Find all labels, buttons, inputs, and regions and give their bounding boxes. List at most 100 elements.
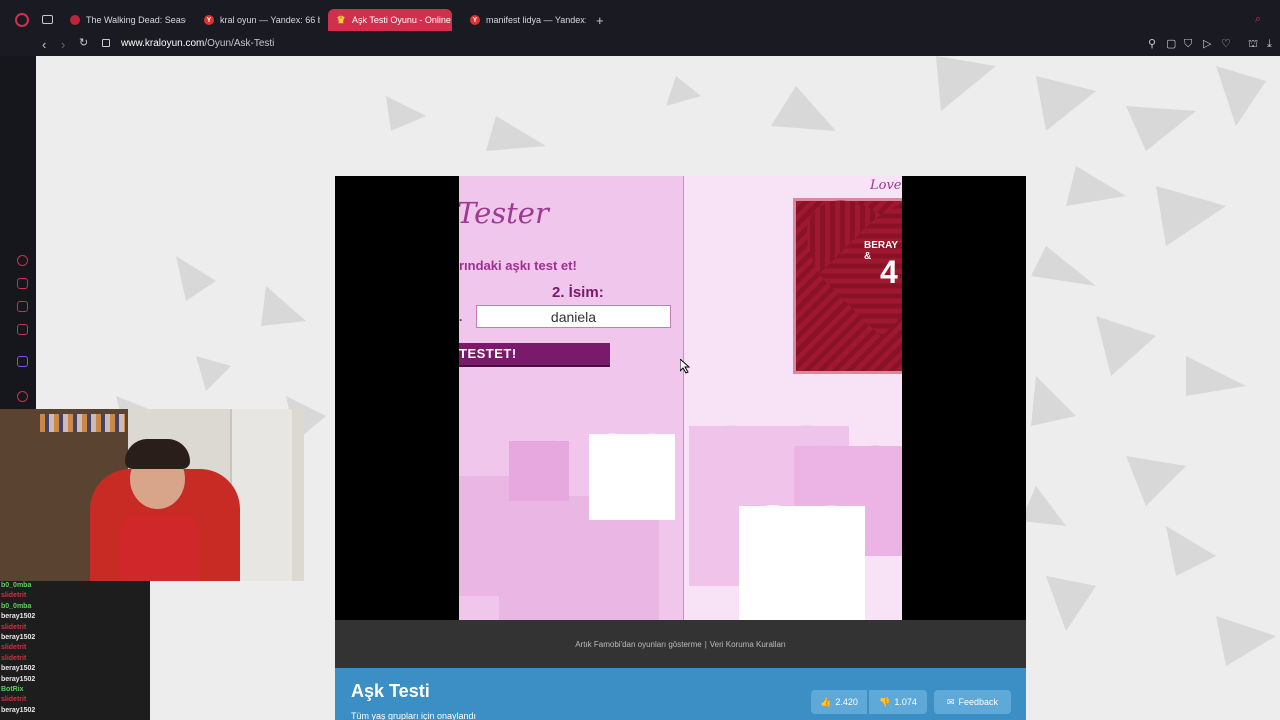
tab-grid-icon[interactable]	[42, 15, 53, 24]
twitch-icon[interactable]	[17, 356, 28, 367]
tab-label: The Walking Dead: Seaso	[86, 15, 186, 25]
chat-username: slidetrit	[1, 696, 27, 704]
chat-username: b0_0mba	[1, 582, 32, 589]
test-button[interactable]: TESTET!	[459, 343, 610, 367]
history-icon[interactable]	[17, 255, 28, 266]
tab-label: Aşk Testi Oyunu - Online	[352, 15, 451, 25]
tab-walking-dead[interactable]: The Walking Dead: Seaso	[62, 9, 186, 31]
browser-tab-bar: The Walking Dead: Seaso Y kral oyun — Ya…	[0, 0, 1280, 34]
feedback-label: Feedback	[958, 697, 999, 707]
love-text: Love	[870, 178, 902, 193]
chat-message: slidetrit	[0, 591, 150, 601]
name1-field-edge: .	[459, 310, 463, 324]
browser-sidebar	[0, 56, 36, 410]
webcam-overlay	[0, 409, 304, 581]
privacy-link[interactable]: Veri Koruma Kuralları	[710, 640, 786, 649]
tab-ask-testi[interactable]: ♛ Aşk Testi Oyunu - Online	[328, 9, 452, 31]
snapshot-icon[interactable]: ▢	[1166, 39, 1176, 50]
chat-message: slidetrit	[0, 623, 150, 633]
test-button-label: TESTET!	[459, 346, 517, 361]
like-button[interactable]: 👍 2.420	[811, 690, 867, 714]
input-panel: Tester rındaki aşkı test et! 2. İsim: . …	[459, 176, 683, 620]
chat-message: beray1502	[0, 706, 150, 716]
game-frame[interactable]: Tester rındaki aşkı test et! 2. İsim: . …	[335, 176, 1026, 620]
game-name: Aşk Testi	[351, 681, 430, 701]
heart-decoration	[739, 506, 865, 620]
dislike-count: 1.074	[894, 697, 917, 707]
heart-decoration	[509, 441, 569, 501]
shield-icon[interactable]: ⛉	[1184, 39, 1192, 50]
opera-logo-icon[interactable]	[15, 13, 29, 27]
mouse-cursor-icon	[680, 359, 690, 374]
settings-icon[interactable]	[17, 391, 28, 402]
profile-icon[interactable]: ⛫	[1248, 39, 1258, 50]
heart-icon[interactable]: ♡	[1221, 39, 1231, 50]
reload-icon[interactable]: ↻	[79, 38, 88, 49]
chat-message: b0_0mba	[0, 602, 150, 612]
result-panel: Love BERAY & 4	[684, 176, 902, 620]
chat-username: slidetrit	[1, 623, 27, 631]
back-icon[interactable]: ‹	[42, 38, 46, 51]
player-icon[interactable]	[17, 324, 28, 335]
game-info-bar: Aşk Testi Tüm yaş grupları için onayland…	[335, 668, 1026, 720]
address-bar: ‹ › ↻ www.kraloyun.com/Oyun/Ask-Testi ⚲ …	[0, 34, 1280, 56]
heart-decoration	[589, 434, 675, 520]
name2-label: 2. İsim:	[552, 284, 604, 301]
chat-username: beray1502	[1, 675, 36, 683]
game-footer-bar: Artık Famobi'dan oyunları gösterme | Ver…	[335, 620, 1026, 668]
chat-username: BotRix	[1, 685, 24, 693]
lock-icon	[102, 39, 110, 47]
name2-input[interactable]	[476, 305, 671, 328]
chat-message: BotRix	[0, 685, 150, 695]
messenger-icon[interactable]	[17, 301, 28, 312]
tv-icon	[70, 15, 80, 25]
yandex-icon: Y	[470, 15, 480, 25]
chat-message: slidetrit	[0, 654, 150, 664]
tab-label: manifest lidya — Yandex:	[486, 15, 586, 25]
famobi-opt-out-link[interactable]: Artık Famobi'dan oyunları gösterme	[575, 640, 701, 649]
mail-icon: ✉	[946, 696, 955, 707]
stream-chat: b0_0mba slidetrit b0_0mba beray1502 slidetri…	[0, 581, 150, 720]
crown-icon: ♛	[336, 14, 346, 26]
chat-message: slidetrit	[0, 643, 150, 653]
thumbs-down-icon: 👎	[879, 696, 891, 707]
url-field[interactable]: www.kraloyun.com/Oyun/Ask-Testi	[121, 38, 274, 49]
url-host: www.kraloyun.com	[121, 38, 205, 49]
game-title: Tester	[459, 196, 549, 230]
play-icon[interactable]: ▷	[1203, 39, 1211, 50]
download-icon[interactable]: ⤓	[1267, 39, 1272, 50]
chat-message: beray1502	[0, 675, 150, 685]
dislike-button[interactable]: 👎 1.074	[869, 690, 927, 714]
chat-username: beray1502	[1, 613, 36, 621]
chat-username: slidetrit	[1, 644, 27, 652]
thumbs-up-icon: 👍	[820, 696, 832, 707]
flow-icon[interactable]	[17, 278, 28, 289]
url-path: /Oyun/Ask-Testi	[204, 38, 275, 49]
chat-username: beray1502	[1, 665, 36, 673]
new-tab-icon[interactable]: +	[596, 14, 604, 27]
chat-username: b0_0mba	[1, 602, 32, 610]
web-page: Tester rındaki aşkı test et! 2. İsim: . …	[36, 56, 1280, 720]
search-icon[interactable]: ⌕	[1255, 14, 1261, 25]
shelf-books	[40, 414, 125, 432]
footer-separator: |	[704, 639, 707, 649]
tab-kral-oyun-search[interactable]: Y kral oyun — Yandex: 66 b	[196, 9, 320, 31]
chat-message: beray1502	[0, 633, 150, 643]
chat-username: slidetrit	[1, 654, 27, 662]
chat-message: beray1502	[0, 664, 150, 674]
result-percent: 4	[880, 254, 898, 290]
pin-icon[interactable]: ⚲	[1148, 39, 1156, 50]
chat-username: beray1502	[1, 706, 36, 714]
game-subtitle: rındaki aşkı test et!	[459, 258, 577, 273]
forward-icon[interactable]: ›	[61, 38, 65, 51]
feedback-button[interactable]: ✉ Feedback	[934, 690, 1011, 714]
chat-message: b0_0mba	[0, 581, 150, 591]
tab-manifest-lidya[interactable]: Y manifest lidya — Yandex:	[462, 9, 586, 31]
chat-username: slidetrit	[1, 592, 27, 600]
like-count: 2.420	[835, 697, 858, 707]
yandex-icon: Y	[204, 15, 214, 25]
chat-message: slidetrit	[0, 695, 150, 705]
chat-username: beray1502	[1, 633, 36, 641]
chat-message: beray1502	[0, 612, 150, 622]
tab-label: kral oyun — Yandex: 66 b	[220, 15, 320, 25]
